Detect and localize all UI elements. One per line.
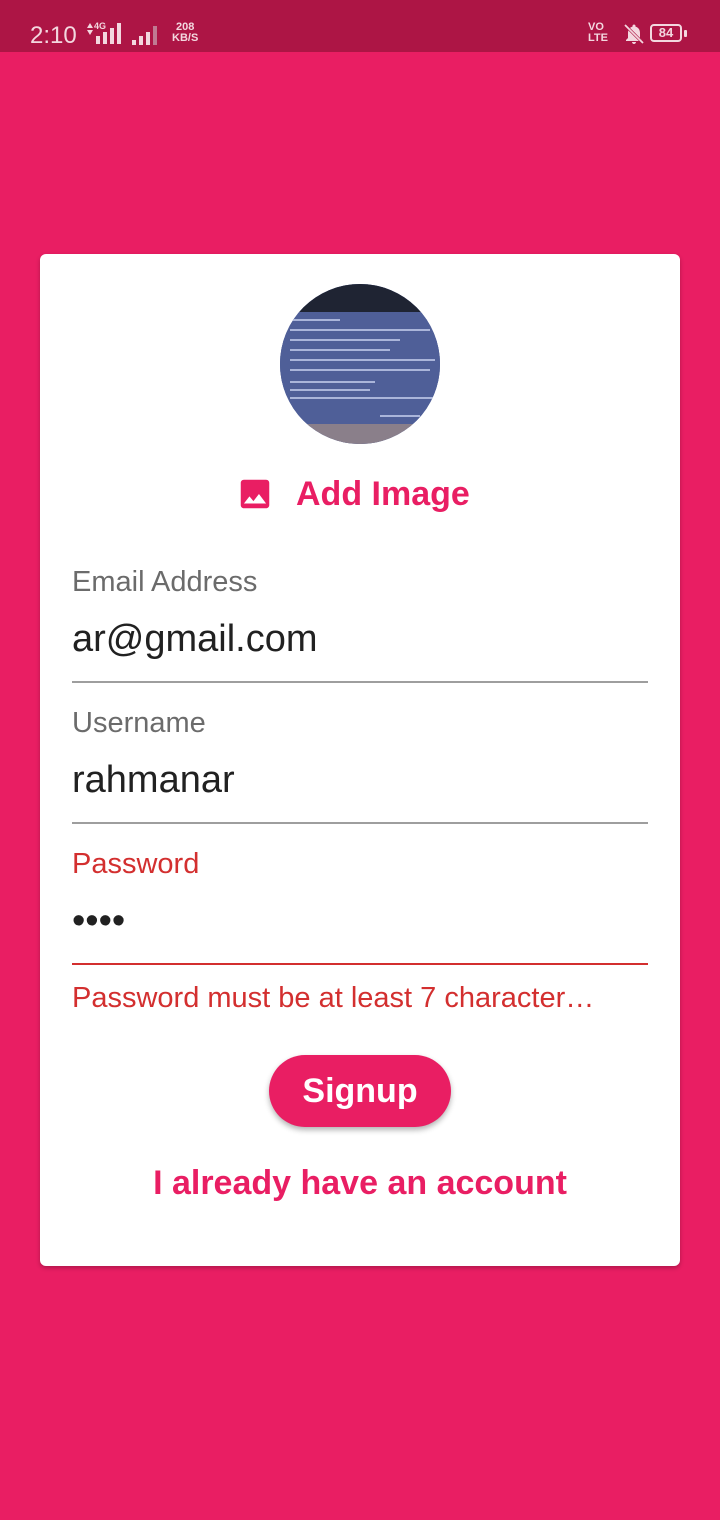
signup-card: Add Image Email Address ar@gmail.com Use… [40, 254, 680, 1266]
avatar-image [280, 284, 440, 444]
username-underline [72, 822, 648, 824]
password-input[interactable]: •••• [72, 900, 125, 943]
password-error-text: Password must be at least 7 character… [72, 982, 595, 1014]
volte-bottom: LTE [588, 32, 608, 44]
password-underline [72, 963, 648, 965]
speed-unit: KB/S [172, 32, 199, 44]
email-label: Email Address [72, 566, 258, 598]
status-time: 2:10 [30, 22, 77, 49]
bell-off-icon [623, 23, 645, 45]
status-bar: 2:10 4G 208 KB/S VO LTE 84 [0, 0, 720, 52]
password-field[interactable]: Password •••• Password must be at least … [72, 848, 648, 1018]
network-speed: 208 KB/S [172, 22, 198, 44]
mobile-signal-icon: 4G [87, 21, 121, 44]
username-input[interactable]: rahmanar [72, 759, 235, 802]
network-type-label: 4G [94, 21, 106, 31]
battery-indicator: 84 [650, 24, 682, 42]
signup-button[interactable]: Signup [269, 1055, 451, 1127]
username-label: Username [72, 707, 206, 739]
battery-tip [684, 30, 687, 37]
username-field[interactable]: Username rahmanar [72, 707, 648, 825]
profile-avatar[interactable] [280, 284, 440, 444]
password-label: Password [72, 848, 200, 880]
add-image-button[interactable]: Add Image [236, 470, 470, 518]
add-image-label: Add Image [296, 474, 470, 513]
second-signal-icon [132, 26, 157, 45]
email-field[interactable]: Email Address ar@gmail.com [72, 566, 648, 684]
email-input[interactable]: ar@gmail.com [72, 618, 318, 661]
login-link[interactable]: I already have an account [40, 1164, 680, 1203]
volte-indicator: VO LTE [588, 22, 608, 44]
email-underline [72, 681, 648, 683]
image-icon [240, 479, 270, 509]
